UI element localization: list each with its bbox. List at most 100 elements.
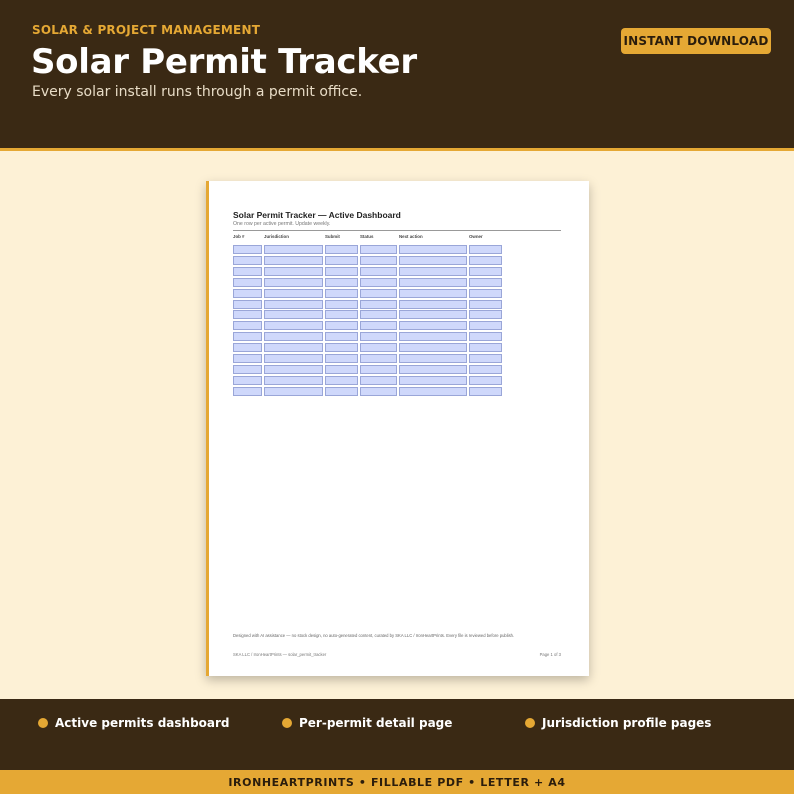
form-field-cell[interactable] bbox=[360, 299, 397, 309]
form-field-cell[interactable] bbox=[399, 364, 467, 374]
form-field-cell[interactable] bbox=[325, 332, 358, 342]
form-field-cell[interactable] bbox=[233, 332, 262, 342]
form-field-cell[interactable] bbox=[264, 255, 323, 265]
form-field-cell[interactable] bbox=[325, 288, 358, 298]
form-field-cell[interactable] bbox=[360, 375, 397, 385]
form-field-cell[interactable] bbox=[264, 364, 323, 374]
column-header-owner: Owner bbox=[469, 234, 483, 239]
form-field-cell[interactable] bbox=[233, 343, 262, 353]
form-field-cell[interactable] bbox=[233, 321, 262, 331]
form-field-cell[interactable] bbox=[360, 364, 397, 374]
form-field-cell[interactable] bbox=[264, 288, 323, 298]
form-field-cell[interactable] bbox=[264, 332, 323, 342]
form-field-cell[interactable] bbox=[264, 277, 323, 287]
form-field-cell[interactable] bbox=[233, 354, 262, 363]
form-field-cell[interactable] bbox=[233, 277, 262, 287]
form-field-cell[interactable] bbox=[325, 266, 358, 276]
form-field-cell[interactable] bbox=[360, 310, 397, 320]
form-field-cell[interactable] bbox=[399, 343, 467, 353]
form-field-cell[interactable] bbox=[233, 310, 262, 320]
form-field-cell[interactable] bbox=[325, 277, 358, 287]
form-field-cell[interactable] bbox=[264, 343, 323, 353]
form-field-cell[interactable] bbox=[469, 245, 502, 254]
instant-download-button[interactable]: INSTANT DOWNLOAD bbox=[621, 28, 771, 54]
form-field-cell[interactable] bbox=[469, 386, 502, 396]
form-field-cell[interactable] bbox=[469, 343, 502, 353]
bullet-dot-icon bbox=[525, 718, 535, 728]
feature-item: Active permits dashboard bbox=[38, 716, 230, 730]
form-field-cell[interactable] bbox=[399, 354, 467, 363]
form-field-cell[interactable] bbox=[360, 266, 397, 276]
bullet-dot-icon bbox=[282, 718, 292, 728]
column-header-jurisdiction: Jurisdiction bbox=[264, 234, 289, 239]
column-header-next-action: Next action bbox=[399, 234, 423, 239]
form-field-cell[interactable] bbox=[325, 343, 358, 353]
form-field-cell[interactable] bbox=[399, 332, 467, 342]
feature-label: Jurisdiction profile pages bbox=[542, 716, 712, 730]
form-field-cell[interactable] bbox=[469, 375, 502, 385]
form-field-cell[interactable] bbox=[233, 288, 262, 298]
form-field-cell[interactable] bbox=[360, 332, 397, 342]
bullet-dot-icon bbox=[38, 718, 48, 728]
form-field-cell[interactable] bbox=[233, 386, 262, 396]
form-field-cell[interactable] bbox=[469, 266, 502, 276]
form-field-cell[interactable] bbox=[399, 321, 467, 331]
category-label: SOLAR & PROJECT MANAGEMENT bbox=[32, 23, 261, 37]
form-field-cell[interactable] bbox=[360, 288, 397, 298]
form-field-cell[interactable] bbox=[469, 288, 502, 298]
form-field-cell[interactable] bbox=[399, 245, 467, 254]
form-field-cell[interactable] bbox=[469, 299, 502, 309]
form-field-cell[interactable] bbox=[325, 255, 358, 265]
form-field-cell[interactable] bbox=[469, 321, 502, 331]
form-field-cell[interactable] bbox=[325, 386, 358, 396]
form-field-cell[interactable] bbox=[325, 245, 358, 254]
form-field-cell[interactable] bbox=[469, 354, 502, 363]
form-field-cell[interactable] bbox=[399, 299, 467, 309]
form-field-cell[interactable] bbox=[399, 266, 467, 276]
form-field-cell[interactable] bbox=[264, 375, 323, 385]
form-field-cell[interactable] bbox=[360, 343, 397, 353]
form-field-cell[interactable] bbox=[233, 375, 262, 385]
form-field-cell[interactable] bbox=[469, 277, 502, 287]
form-field-cell[interactable] bbox=[360, 255, 397, 265]
form-field-cell[interactable] bbox=[233, 255, 262, 265]
page-subtitle: Every solar install runs through a permi… bbox=[32, 84, 363, 100]
form-field-cell[interactable] bbox=[360, 386, 397, 396]
form-field-cell[interactable] bbox=[264, 354, 323, 363]
form-field-cell[interactable] bbox=[325, 299, 358, 309]
form-field-cell[interactable] bbox=[264, 299, 323, 309]
form-field-cell[interactable] bbox=[264, 245, 323, 254]
form-field-cell[interactable] bbox=[264, 266, 323, 276]
feature-label: Per-permit detail page bbox=[299, 716, 453, 730]
form-field-cell[interactable] bbox=[399, 255, 467, 265]
form-field-cell[interactable] bbox=[469, 332, 502, 342]
form-field-cell[interactable] bbox=[360, 245, 397, 254]
form-field-cell[interactable] bbox=[325, 375, 358, 385]
form-field-cell[interactable] bbox=[325, 354, 358, 363]
feature-item: Per-permit detail page bbox=[282, 716, 452, 730]
form-field-cell[interactable] bbox=[264, 321, 323, 331]
document-subtitle: One row per active permit. Update weekly… bbox=[233, 221, 331, 227]
form-field-cell[interactable] bbox=[469, 255, 502, 265]
form-field-cell[interactable] bbox=[360, 321, 397, 331]
form-field-cell[interactable] bbox=[399, 288, 467, 298]
form-field-cell[interactable] bbox=[399, 386, 467, 396]
form-field-cell[interactable] bbox=[233, 299, 262, 309]
form-field-cell[interactable] bbox=[469, 364, 502, 374]
form-field-cell[interactable] bbox=[325, 321, 358, 331]
form-field-cell[interactable] bbox=[469, 310, 502, 320]
form-field-cell[interactable] bbox=[264, 386, 323, 396]
form-field-cell[interactable] bbox=[233, 245, 262, 254]
form-field-cell[interactable] bbox=[264, 310, 323, 320]
form-field-cell[interactable] bbox=[399, 277, 467, 287]
form-field-cell[interactable] bbox=[325, 364, 358, 374]
form-field-cell[interactable] bbox=[360, 354, 397, 363]
features-strip: Active permits dashboard Per-permit deta… bbox=[0, 699, 794, 770]
form-field-cell[interactable] bbox=[360, 277, 397, 287]
document-divider bbox=[233, 230, 561, 231]
form-field-cell[interactable] bbox=[233, 266, 262, 276]
form-field-cell[interactable] bbox=[325, 310, 358, 320]
form-field-cell[interactable] bbox=[233, 364, 262, 374]
form-field-cell[interactable] bbox=[399, 310, 467, 320]
form-field-cell[interactable] bbox=[399, 375, 467, 385]
